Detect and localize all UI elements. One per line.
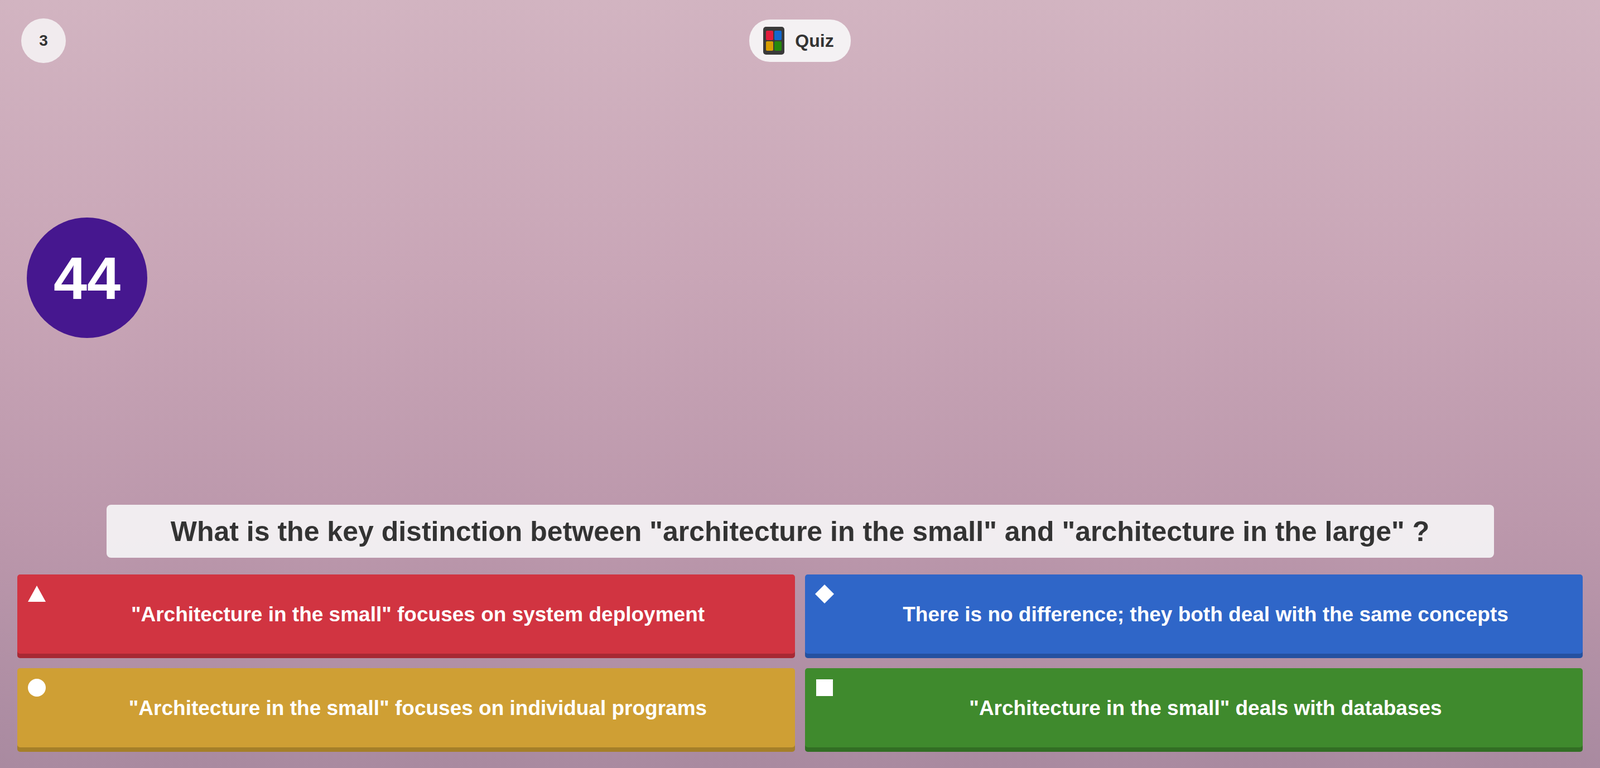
triangle-icon — [26, 583, 48, 605]
answer-label: "Architecture in the small" focuses on i… — [128, 695, 707, 722]
question-counter: 3 — [21, 18, 66, 64]
top-bar: 3 Quiz — [17, 18, 1583, 64]
quiz-screen: 3 Quiz 44 What is the key distinction betwe… — [0, 0, 1600, 768]
quiz-logo-icon — [762, 26, 785, 56]
answer-label: "Architecture in the small" focuses on s… — [131, 601, 705, 629]
answer-button[interactable]: There is no difference; they both deal w… — [805, 574, 1583, 659]
quiz-title: Quiz — [794, 30, 834, 52]
answer-button[interactable]: "Architecture in the small" focuses on i… — [17, 668, 795, 753]
answer-button[interactable]: "Architecture in the small" focuses on s… — [17, 574, 795, 659]
circle-icon — [26, 677, 48, 699]
question-text: What is the key distinction between "arc… — [106, 504, 1495, 558]
answer-grid: "Architecture in the small" focuses on s… — [17, 574, 1583, 753]
answer-label: "Architecture in the small" deals with d… — [969, 695, 1442, 722]
square-icon — [813, 677, 836, 699]
answer-button[interactable]: "Architecture in the small" deals with d… — [805, 668, 1583, 753]
diamond-icon — [813, 583, 836, 605]
answer-label: There is no difference; they both deal w… — [902, 601, 1509, 629]
quiz-title-pill: Quiz — [749, 19, 851, 62]
countdown-timer: 44 — [26, 217, 148, 339]
